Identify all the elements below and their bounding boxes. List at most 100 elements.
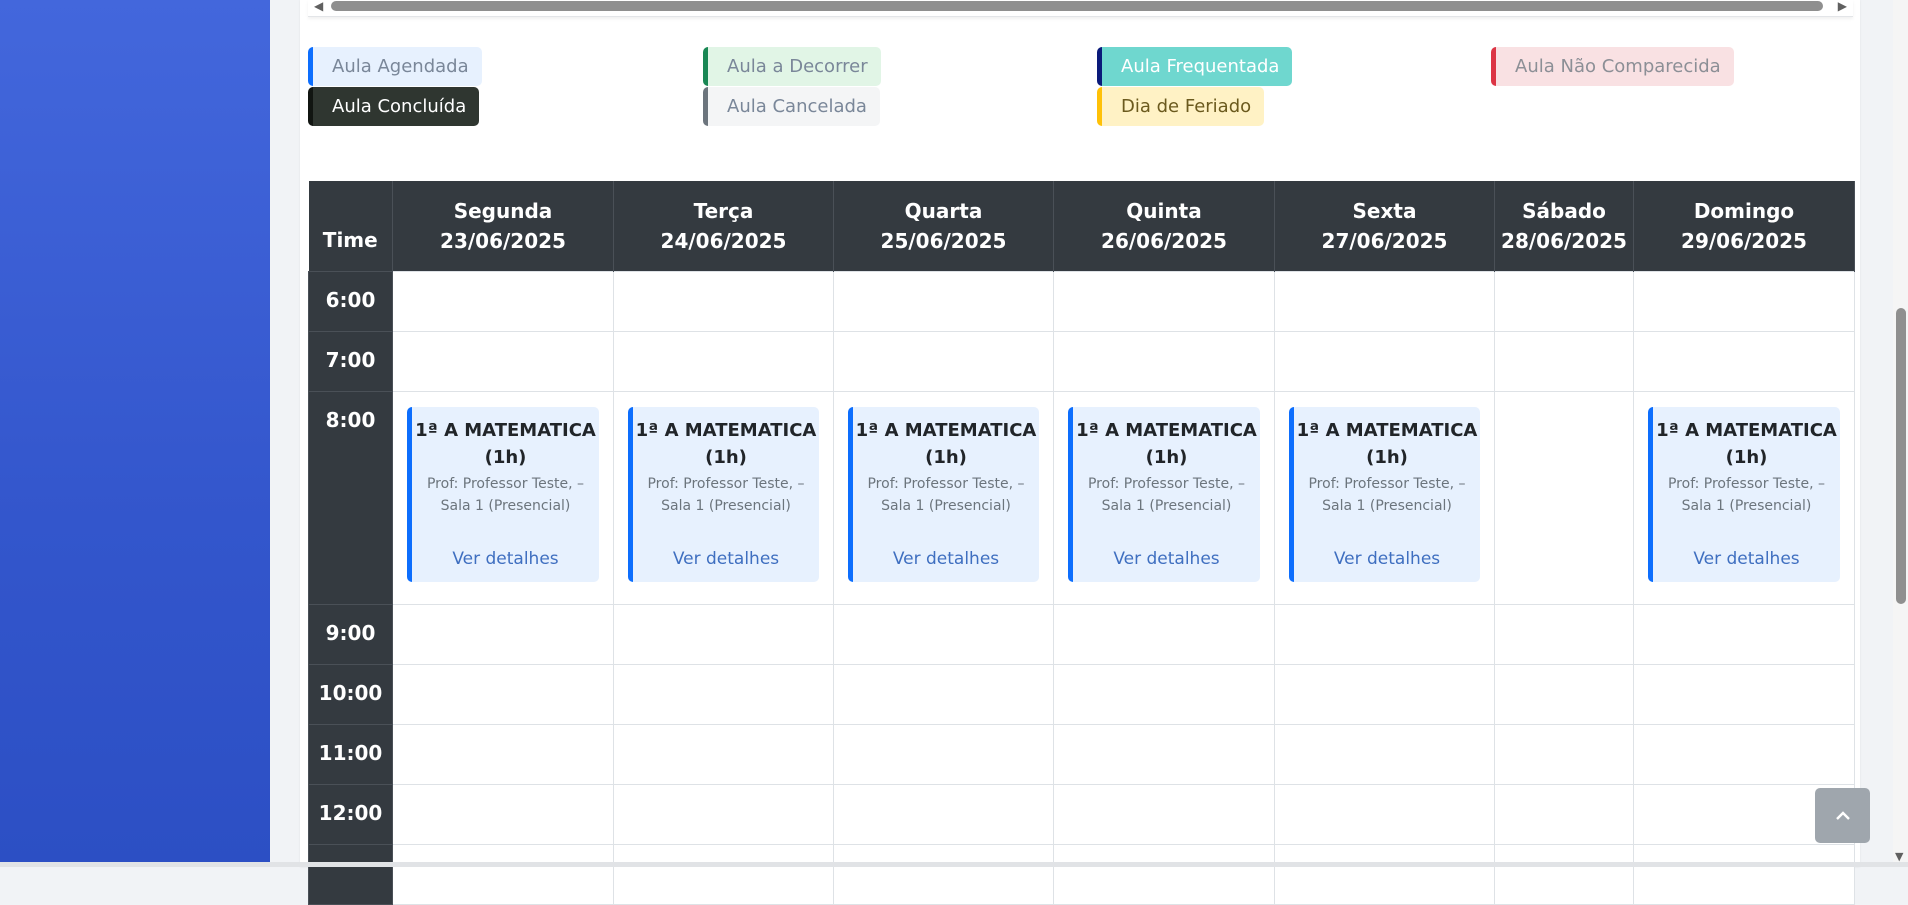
event-teacher: Prof: Professor Teste, –: [426, 475, 584, 492]
schedule-cell: [1053, 723, 1275, 785]
ver-detalhes-link[interactable]: Ver detalhes: [1294, 549, 1480, 569]
class-event-card[interactable]: 1ª A MATEMATICA (1h) Prof: Professor Tes…: [1648, 406, 1840, 582]
schedule-cell: [833, 330, 1054, 392]
schedule-cell: [1274, 783, 1495, 845]
day-header-domingo: Domingo 29/06/2025: [1633, 181, 1855, 271]
time-row-10: 10:00: [308, 663, 1855, 725]
schedule-cell: [1053, 663, 1275, 725]
schedule-cell: [392, 783, 614, 845]
schedule-cell: [392, 663, 614, 725]
schedule-cell: [613, 663, 834, 725]
event-title: 1ª A MATEMATICA: [1076, 419, 1257, 441]
schedule-cell: [833, 663, 1054, 725]
ver-detalhes-link[interactable]: Ver detalhes: [412, 549, 599, 569]
ver-detalhes-link[interactable]: Ver detalhes: [1653, 549, 1840, 569]
time-label: 7:00: [308, 330, 393, 392]
class-event-card[interactable]: 1ª A MATEMATICA (1h) Prof: Professor Tes…: [1068, 406, 1260, 582]
event-teacher: Prof: Professor Teste, –: [1667, 475, 1825, 492]
day-header-quarta: Quarta 25/06/2025: [833, 181, 1054, 271]
class-event-card[interactable]: 1ª A MATEMATICA (1h) Prof: Professor Tes…: [407, 406, 599, 582]
time-label: 8:00: [308, 390, 393, 605]
event-room: Sala 1 (Presencial): [1101, 497, 1232, 514]
class-event-card[interactable]: 1ª A MATEMATICA (1h) Prof: Professor Tes…: [628, 406, 819, 582]
event-room: Sala 1 (Presencial): [1681, 497, 1812, 514]
event-duration: (1h): [1366, 446, 1408, 468]
scrollbar-thumb[interactable]: [331, 1, 1823, 11]
schedule-cell: [1053, 330, 1275, 392]
day-header-sexta: Sexta 27/06/2025: [1274, 181, 1495, 271]
schedule-cell: 1ª A MATEMATICA (1h) Prof: Professor Tes…: [1633, 390, 1855, 605]
schedule-cell: [1494, 270, 1634, 332]
event-duration: (1h): [925, 446, 967, 468]
event-duration: (1h): [1725, 446, 1768, 468]
schedule-cell: [392, 603, 614, 665]
day-date: 26/06/2025: [1101, 228, 1227, 253]
schedule-cell: [392, 330, 614, 392]
event-room: Sala 1 (Presencial): [881, 497, 1011, 514]
class-event-card[interactable]: 1ª A MATEMATICA (1h) Prof: Professor Tes…: [848, 406, 1039, 582]
scroll-right-icon[interactable]: ▶: [1838, 0, 1847, 13]
scroll-left-icon[interactable]: ◀: [314, 0, 323, 13]
time-label: 10:00: [308, 663, 393, 725]
schedule-cell: [392, 843, 614, 905]
time-label: 9:00: [308, 603, 393, 665]
schedule-cell: [1274, 663, 1495, 725]
schedule-cell: [1053, 843, 1275, 905]
vertical-scrollbar-thumb[interactable]: [1896, 308, 1906, 604]
chevron-up-icon: [1835, 805, 1851, 826]
legend-aula-a-decorrer: Aula a Decorrer: [703, 47, 881, 86]
back-to-top-button[interactable]: [1815, 788, 1870, 843]
class-event-card[interactable]: 1ª A MATEMATICA (1h) Prof: Professor Tes…: [1289, 406, 1480, 582]
day-name: Domingo: [1693, 198, 1795, 223]
schedule-cell: [1494, 603, 1634, 665]
day-header-segunda: Segunda 23/06/2025: [392, 181, 614, 271]
event-teacher: Prof: Professor Teste, –: [867, 475, 1025, 492]
legend-aula-frequentada: Aula Frequentada: [1097, 47, 1293, 86]
schedule-cell: [1633, 603, 1855, 665]
schedule-cell: [1274, 330, 1495, 392]
horizontal-scrollbar[interactable]: ◀ ▶: [308, 0, 1853, 17]
schedule-cell: [833, 843, 1054, 905]
day-name: Quarta: [904, 198, 983, 223]
day-name: Sexta: [1352, 198, 1417, 223]
day-header-terca: Terça 24/06/2025: [613, 181, 834, 271]
ver-detalhes-link[interactable]: Ver detalhes: [633, 549, 819, 569]
ver-detalhes-link[interactable]: Ver detalhes: [853, 549, 1039, 569]
schedule-cell: [613, 783, 834, 845]
vertical-scrollbar[interactable]: ▼: [1893, 0, 1908, 867]
bottom-scroll-edge: [0, 862, 1908, 867]
schedule-cell: [1633, 330, 1855, 392]
time-row-next: [308, 843, 1855, 905]
day-name: Segunda: [453, 198, 553, 223]
legend-aula-cancelada: Aula Cancelada: [703, 87, 880, 126]
schedule-cell: [1633, 723, 1855, 785]
event-teacher: Prof: Professor Teste, –: [1308, 475, 1466, 492]
event-room: Sala 1 (Presencial): [440, 497, 571, 514]
legend-aula-concluida: Aula Concluída: [308, 87, 480, 126]
legend-aula-nao-comparecida: Aula Não Comparecida: [1491, 47, 1734, 86]
schedule-cell: [1633, 270, 1855, 332]
event-title: 1ª A MATEMATICA: [855, 419, 1037, 441]
time-row-8: 8:00 1ª A MATEMATICA (1h) Prof: Professo…: [308, 390, 1855, 605]
day-name: Quinta: [1126, 198, 1202, 223]
time-column-header: Time: [308, 181, 393, 271]
event-title: 1ª A MATEMATICA: [635, 419, 817, 441]
day-header-quinta: Quinta 26/06/2025: [1053, 181, 1275, 271]
event-title: 1ª A MATEMATICA: [415, 419, 596, 441]
time-label: 12:00: [308, 783, 393, 845]
event-teacher: Prof: Professor Teste, –: [1087, 475, 1245, 492]
time-row-11: 11:00: [308, 723, 1855, 785]
day-date: 25/06/2025: [880, 228, 1007, 253]
schedule-cell: [1053, 270, 1275, 332]
sidebar: [0, 0, 270, 867]
schedule-cell: [613, 330, 834, 392]
ver-detalhes-link[interactable]: Ver detalhes: [1073, 549, 1260, 569]
schedule-cell: 1ª A MATEMATICA (1h) Prof: Professor Tes…: [1274, 390, 1495, 605]
header-row: Time Segunda 23/06/2025 Terça 24/06/2025 Q…: [308, 181, 1855, 271]
schedule-cell: [1274, 270, 1495, 332]
event-room: Sala 1 (Presencial): [661, 497, 791, 514]
time-row-7: 7:00: [308, 330, 1855, 392]
schedule-cell: [613, 270, 834, 332]
schedule-cell: [1633, 663, 1855, 725]
time-label: 11:00: [308, 723, 393, 785]
